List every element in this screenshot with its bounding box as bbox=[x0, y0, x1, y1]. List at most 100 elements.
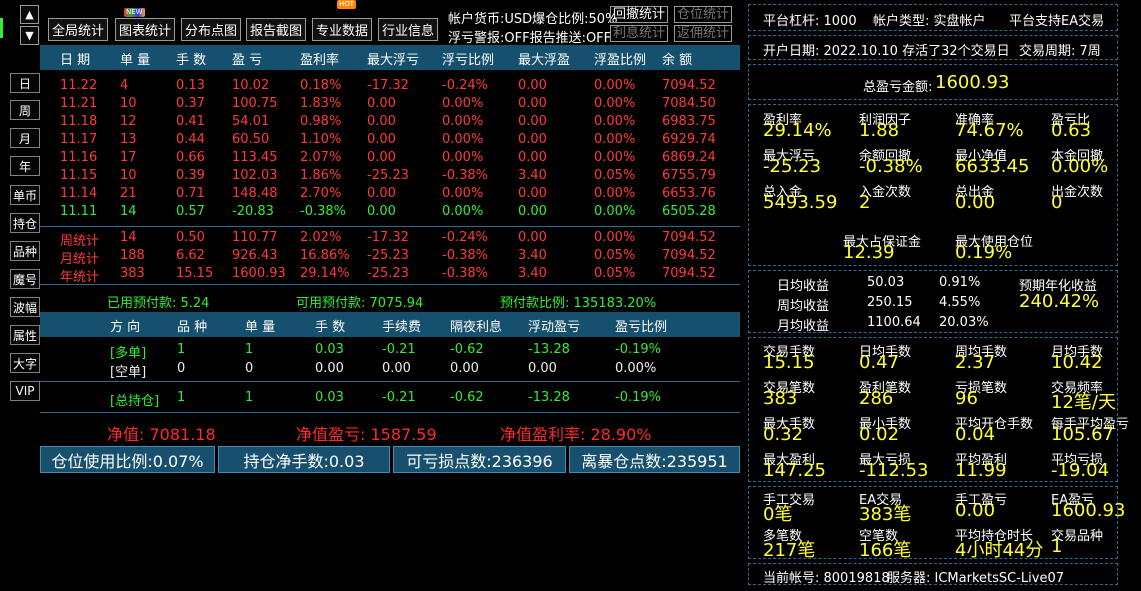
position-stats-button[interactable]: 仓位统计 bbox=[674, 6, 733, 23]
table-cell: 11.15 bbox=[60, 168, 98, 183]
table-cell: -0.38% bbox=[300, 204, 346, 219]
sidebar-button[interactable]: 属性 bbox=[10, 325, 40, 345]
stats-box-1: 盈利率 29.14% 利润因子 1.88 准确率 74.67% 盈亏比 0.63 最大浮亏 -25… bbox=[748, 104, 1118, 266]
table-cell: 0 bbox=[177, 361, 186, 376]
sidebar-button[interactable]: 周 bbox=[10, 100, 40, 120]
table-cell: 0.00% bbox=[594, 96, 636, 111]
table-cell: -20.83 bbox=[232, 204, 274, 219]
table-cell: 0.00 bbox=[528, 361, 557, 376]
table-cell: -0.38% bbox=[442, 248, 488, 263]
column-header: 浮动盈亏 bbox=[528, 320, 581, 335]
stat-value: 0.00 bbox=[955, 192, 996, 213]
table-cell: 7094.52 bbox=[662, 78, 716, 93]
table-cell: 0.00% bbox=[615, 361, 657, 376]
toolbar-button[interactable]: 行业信息 bbox=[378, 18, 438, 41]
table-cell: 0.00 bbox=[367, 132, 396, 147]
divider bbox=[40, 284, 740, 285]
stats-box-2: 交易手数 15.15 日均手数 0.47 周均手数 2.37 月均手数 10.42 交易笔数 38… bbox=[748, 337, 1129, 482]
divider bbox=[40, 412, 740, 413]
table-cell: 0.18% bbox=[300, 78, 342, 93]
table-cell: -0.19% bbox=[615, 342, 661, 357]
sidebar-button[interactable]: 大字 bbox=[10, 353, 40, 373]
stat-value: 0 bbox=[1051, 192, 1063, 213]
scroll-down-button[interactable]: ▼ bbox=[20, 26, 39, 45]
sidebar-button[interactable]: 月 bbox=[10, 128, 40, 148]
toolbar-button[interactable]: 报告截图 bbox=[246, 18, 306, 41]
net-profit-rate: 净值盈利率: 28.90% bbox=[500, 425, 652, 444]
average-income-box: 日均收益 50.03 0.91% 周均收益 250.15 4.55% 月均收益 1100.64… bbox=[748, 270, 1118, 334]
stat-value: 6633.45 bbox=[955, 156, 1030, 177]
table-row: 11.11 14 0.57 -20.83 -0.38% 0.00 0.00% 0.00 0.00… bbox=[40, 203, 740, 221]
table-cell: 1 bbox=[177, 390, 186, 405]
table-cell: 11.22 bbox=[60, 78, 98, 93]
stat-value: 0.02 bbox=[859, 424, 900, 445]
sidebar-button[interactable]: 日 bbox=[10, 73, 40, 93]
table-cell: 6.62 bbox=[176, 248, 205, 263]
toolbar-button[interactable]: 分布点图 bbox=[181, 18, 241, 41]
loss-points: 可亏损点数:236396 bbox=[393, 446, 566, 473]
table-cell: 0 bbox=[245, 361, 254, 376]
stat-value: 105.67 bbox=[1051, 424, 1114, 445]
table-cell: 926.43 bbox=[232, 248, 278, 263]
table-cell: 102.03 bbox=[232, 168, 278, 183]
account-type: 帐户类型: 实盘帐户 bbox=[873, 14, 986, 29]
toolbar-button[interactable]: 图表统计 bbox=[115, 18, 175, 41]
sidebar-button[interactable]: 年 bbox=[10, 156, 40, 176]
table-cell: 0.00 bbox=[367, 204, 396, 219]
table-row: 11.15 10 0.39 102.03 1.86% -25.23 -0.38% 3.40 0.… bbox=[40, 167, 740, 185]
table-cell: 0.00% bbox=[442, 96, 484, 111]
table-cell: 1 bbox=[245, 342, 254, 357]
toolbar-button[interactable]: 全局统计 bbox=[48, 18, 108, 41]
table-cell: 0.37 bbox=[176, 96, 205, 111]
stat-value: 383笔 bbox=[859, 504, 912, 525]
stat-value: 0.00 bbox=[955, 500, 996, 521]
avg-value: 250.15 bbox=[867, 295, 913, 310]
table-cell: -0.24% bbox=[442, 230, 488, 245]
daily-table-header: 日 期 单 量 手 数 盈 亏 盈利率 最大浮亏 浮亏比例 最大浮盈 浮盈比例余 额 bbox=[40, 45, 740, 70]
sidebar-button[interactable]: VIP bbox=[10, 381, 40, 401]
table-cell: 0.39 bbox=[176, 168, 205, 183]
table-cell: 0.00% bbox=[442, 186, 484, 201]
green-indicator bbox=[0, 18, 3, 38]
stat-value: 383 bbox=[763, 388, 798, 409]
table-cell: 15.15 bbox=[176, 266, 214, 281]
sidebar-button[interactable]: 持仓 bbox=[10, 213, 40, 233]
toolbar-button[interactable]: 专业数据 bbox=[312, 18, 372, 41]
table-cell: -17.32 bbox=[367, 230, 409, 245]
table-cell: -13.28 bbox=[528, 342, 570, 357]
rebate-stats-button[interactable]: 返佣统计 bbox=[674, 25, 733, 42]
summary-row: 年统计 383 15.15 1600.93 29.14% -25.23 -0.38% 3.40… bbox=[40, 265, 740, 285]
margin-call-points: 离暴仓点数:235951 bbox=[569, 446, 740, 473]
sidebar-button[interactable]: 波幅 bbox=[10, 297, 40, 317]
sidebar-button[interactable]: 品种 bbox=[10, 241, 40, 261]
recall-stats-button[interactable]: 回撤统计 bbox=[610, 6, 669, 23]
column-header: 手 数 bbox=[176, 53, 207, 68]
table-cell: 60.50 bbox=[232, 132, 270, 147]
interest-stats-button[interactable]: 利息统计 bbox=[610, 25, 669, 42]
column-header: 浮盈比例 bbox=[594, 53, 647, 68]
scroll-up-button[interactable]: ▲ bbox=[20, 5, 39, 24]
sidebar-button[interactable]: 魔号 bbox=[10, 269, 40, 289]
column-header: 单 量 bbox=[245, 320, 276, 335]
stat-value: 217笔 bbox=[763, 540, 816, 561]
hot-badge: HOT bbox=[337, 0, 357, 9]
table-cell: [空单] bbox=[110, 365, 147, 380]
table-cell: 0.00 bbox=[518, 186, 547, 201]
stat-value: 0.47 bbox=[859, 352, 900, 373]
table-cell: 6505.28 bbox=[662, 204, 716, 219]
table-cell: 1600.93 bbox=[232, 266, 286, 281]
table-cell: 0.00% bbox=[594, 78, 636, 93]
stat-value: 286 bbox=[859, 388, 894, 409]
sidebar-button[interactable]: 单币 bbox=[10, 185, 40, 205]
avg-value: 50.03 bbox=[867, 275, 905, 290]
table-cell: 1 bbox=[177, 342, 186, 357]
trade-period: 交易周期: 7周 bbox=[1019, 44, 1101, 59]
table-row: 11.21 10 0.37 100.75 1.83% 0.00 0.00% 0.00 0.00%… bbox=[40, 95, 740, 113]
table-cell: 100.75 bbox=[232, 96, 278, 111]
table-cell: 10 bbox=[120, 96, 137, 111]
stat-value: 10.42 bbox=[1051, 352, 1103, 373]
net-pnl: 净值盈亏: 1587.59 bbox=[296, 425, 437, 444]
table-cell: 0.05% bbox=[594, 266, 636, 281]
table-cell: 7094.52 bbox=[662, 266, 716, 281]
column-header: 余 额 bbox=[662, 53, 693, 68]
